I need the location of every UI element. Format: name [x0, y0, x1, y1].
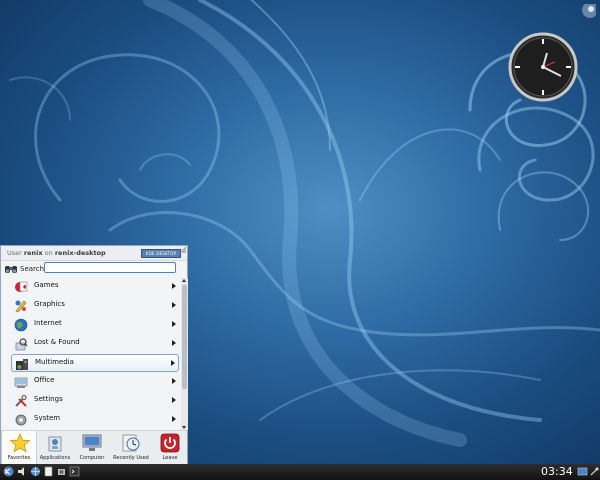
tab-label: Recently Used: [113, 455, 149, 461]
tab-recently-used[interactable]: Recently Used: [113, 431, 149, 465]
category-system[interactable]: System: [11, 411, 179, 429]
submenu-arrow-icon: [172, 416, 176, 422]
tab-label: Favorites: [7, 455, 31, 461]
scroll-up-icon[interactable]: [182, 279, 186, 282]
resize-grip-icon[interactable]: [180, 247, 186, 253]
terminal-icon[interactable]: [69, 466, 80, 477]
tab-favorites[interactable]: Favorites: [1, 431, 37, 465]
category-scrollbar[interactable]: [181, 278, 188, 430]
clipboard-icon[interactable]: [56, 466, 67, 477]
scroll-down-icon[interactable]: [182, 426, 186, 429]
category-games[interactable]: ♦ Games: [11, 278, 179, 296]
category-label: System: [34, 414, 61, 422]
submenu-arrow-icon: [172, 397, 176, 403]
kde-menu-icon[interactable]: [3, 466, 14, 477]
search-row: Search:: [1, 261, 187, 277]
submenu-arrow-icon: [171, 360, 175, 366]
category-graphics[interactable]: Graphics: [11, 297, 179, 315]
launcher-tabs: Favorites Applications Computer Recently…: [1, 430, 187, 465]
files-icon[interactable]: [43, 466, 54, 477]
submenu-arrow-icon: [172, 283, 176, 289]
tab-label: Applications: [39, 455, 71, 461]
analog-clock-widget[interactable]: [508, 32, 578, 102]
panel-toolbox-icon[interactable]: [589, 466, 600, 477]
on-word: on: [44, 249, 53, 257]
kde-logo-badge: KDE DESKTOP: [141, 249, 181, 258]
category-label: Internet: [34, 319, 62, 327]
user-host-label: User renix on renix-desktop: [7, 249, 106, 257]
system-icon: [15, 414, 27, 426]
taskbar-clock[interactable]: 03:34: [541, 465, 573, 478]
desktop-toolbox-icon[interactable]: [576, 4, 596, 24]
category-label: Graphics: [34, 300, 65, 308]
internet-icon: [14, 318, 28, 332]
tab-label: Computer: [79, 455, 105, 461]
games-icon: ♦: [15, 281, 27, 292]
category-label: Office: [34, 376, 55, 384]
svg-text:♦: ♦: [22, 284, 27, 291]
submenu-arrow-icon: [172, 378, 176, 384]
application-launcher: User renix on renix-desktop KDE DESKTOP …: [0, 245, 188, 465]
user-prefix: User: [7, 249, 22, 257]
submenu-arrow-icon: [172, 340, 176, 346]
binoculars-icon: [5, 266, 17, 273]
category-label: Settings: [34, 395, 63, 403]
volume-icon[interactable]: [17, 466, 28, 477]
power-icon: [160, 433, 180, 453]
tab-applications[interactable]: Applications: [37, 431, 73, 465]
scroll-thumb[interactable]: [182, 285, 187, 389]
search-input[interactable]: [44, 262, 176, 273]
office-icon: [14, 377, 28, 388]
star-icon: [9, 433, 31, 453]
category-label: Games: [34, 281, 59, 289]
clock-icon: [122, 434, 140, 452]
category-multimedia[interactable]: Multimedia: [11, 354, 179, 372]
computer-icon: [82, 434, 102, 451]
applications-icon: [48, 436, 62, 452]
tab-label: Leave: [162, 455, 178, 461]
category-label: Multimedia: [35, 358, 74, 366]
category-internet[interactable]: Internet: [11, 316, 179, 334]
category-list: ♦ Games Graphics Internet Lost & Found M…: [1, 278, 179, 430]
tab-leave[interactable]: Leave: [152, 431, 188, 465]
lost-found-icon: [15, 338, 28, 351]
tab-computer[interactable]: Computer: [74, 431, 110, 465]
search-label: Search:: [20, 265, 47, 273]
submenu-arrow-icon: [172, 302, 176, 308]
settings-icon: [15, 394, 27, 407]
graphics-icon: [15, 300, 27, 313]
network-icon[interactable]: [30, 466, 41, 477]
launcher-header: User renix on renix-desktop KDE DESKTOP: [1, 246, 187, 261]
category-settings[interactable]: Settings: [11, 392, 179, 410]
multimedia-icon: [16, 359, 28, 370]
show-desktop-icon[interactable]: [577, 466, 588, 477]
category-lost-found[interactable]: Lost & Found: [11, 335, 179, 353]
category-office[interactable]: Office: [11, 373, 179, 391]
submenu-arrow-icon: [172, 321, 176, 327]
host-name: renix-desktop: [54, 249, 106, 257]
user-name: renix: [23, 249, 43, 257]
category-label: Lost & Found: [34, 338, 80, 346]
taskbar: 03:34: [0, 464, 600, 480]
